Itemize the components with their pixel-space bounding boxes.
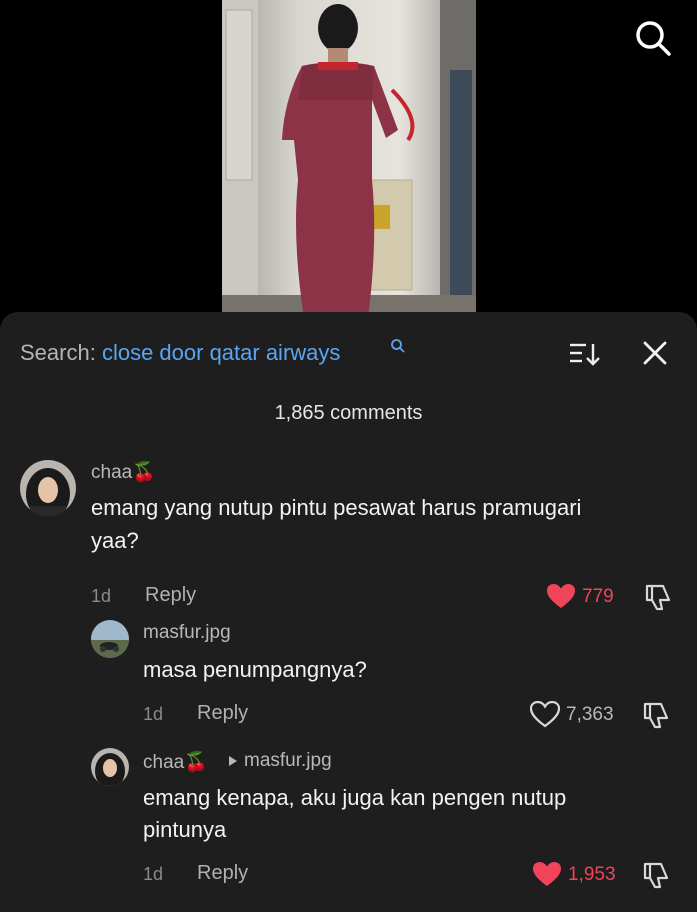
search-label: Search: bbox=[20, 340, 96, 365]
avatar[interactable] bbox=[91, 620, 129, 658]
comments-sheet: Search: close door qatar airways 1,865 c… bbox=[0, 312, 697, 912]
like-count: 779 bbox=[582, 586, 614, 607]
like-count: 7,363 bbox=[566, 704, 614, 725]
heart-icon[interactable] bbox=[532, 861, 562, 888]
reply-button[interactable]: Reply bbox=[197, 702, 248, 725]
avatar-image bbox=[91, 748, 129, 786]
video-thumbnail bbox=[222, 0, 476, 318]
reply-username[interactable]: masfur.jpg bbox=[143, 622, 231, 644]
video-frame[interactable] bbox=[222, 0, 476, 318]
reply-item: chaa🍒 masfur.jpg emang kenapa, aku juga … bbox=[0, 740, 697, 890]
close-button[interactable] bbox=[640, 338, 670, 368]
sort-icon bbox=[570, 343, 600, 366]
avatar-image bbox=[91, 620, 129, 658]
reply-text-line: pintunya bbox=[143, 817, 227, 842]
avatar-image bbox=[20, 460, 76, 516]
comment-username[interactable]: chaa🍒 bbox=[91, 460, 156, 484]
heart-icon[interactable] bbox=[530, 701, 560, 728]
sort-button[interactable] bbox=[568, 340, 600, 368]
query-search-icon bbox=[391, 339, 405, 353]
comment-item: chaa🍒 emang yang nutup pintu pesawat har… bbox=[0, 452, 697, 611]
video-player[interactable] bbox=[0, 0, 697, 318]
reply-time: 1d bbox=[143, 864, 164, 884]
heart-icon[interactable] bbox=[546, 583, 576, 610]
thumbs-down-icon[interactable] bbox=[641, 860, 671, 890]
reply-username[interactable]: chaa🍒 bbox=[143, 750, 208, 774]
search-query-link[interactable]: close door qatar airways bbox=[102, 340, 340, 365]
comment-time: 1d bbox=[91, 586, 112, 606]
caret-right-icon bbox=[229, 756, 237, 766]
close-icon bbox=[643, 341, 667, 365]
reply-text-line: masa penumpangnya? bbox=[143, 657, 367, 682]
comment-count: 1,865 comments bbox=[274, 402, 423, 424]
comment-text-line: emang yang nutup pintu pesawat harus pra… bbox=[91, 495, 582, 520]
thumbs-down-icon[interactable] bbox=[641, 700, 671, 730]
reply-to-username[interactable]: masfur.jpg bbox=[244, 750, 332, 772]
avatar[interactable] bbox=[91, 748, 129, 786]
search-icon bbox=[636, 21, 671, 56]
reply-button[interactable]: Reply bbox=[197, 862, 248, 885]
search-button[interactable] bbox=[631, 16, 675, 60]
avatar[interactable] bbox=[20, 460, 76, 516]
reply-button[interactable]: Reply bbox=[145, 584, 196, 607]
reply-item: masfur.jpg masa penumpangnya? 1d Reply 7… bbox=[0, 612, 697, 732]
search-summary: Search: close door qatar airways bbox=[20, 339, 405, 366]
reply-text-line: emang kenapa, aku juga kan pengen nutup bbox=[143, 785, 567, 810]
comment-text-line: yaa? bbox=[91, 528, 139, 553]
thumbs-down-icon[interactable] bbox=[643, 582, 673, 612]
like-count: 1,953 bbox=[568, 864, 616, 885]
reply-time: 1d bbox=[143, 704, 164, 724]
